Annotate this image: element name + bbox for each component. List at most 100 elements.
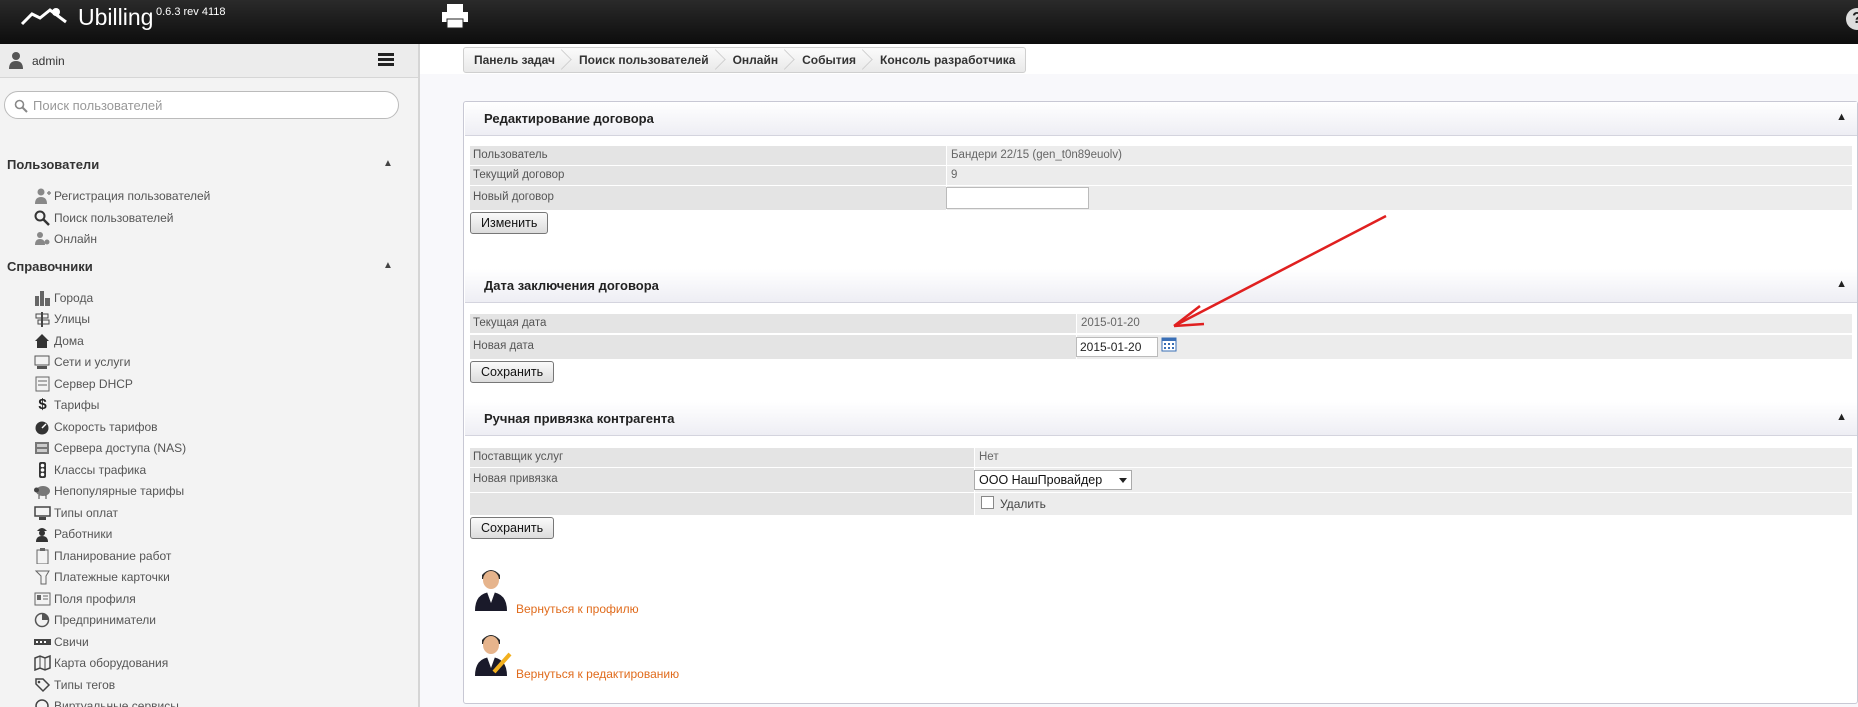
row-label xyxy=(470,493,975,515)
collapse-up-icon[interactable]: ▲ xyxy=(383,260,393,271)
sidebar-item-label: Планирование работ xyxy=(54,549,172,563)
sidebar-item-dhcp-server[interactable]: Сервер DHCP xyxy=(34,374,133,394)
sidebar-item-equipment-map[interactable]: Карта оборудования xyxy=(34,653,168,673)
change-contract-button[interactable]: Изменить xyxy=(470,212,549,234)
sidebar-item-traffic-classes[interactable]: Классы трафика xyxy=(34,460,146,480)
user-edit-icon[interactable] xyxy=(472,628,512,676)
collapse-up-icon[interactable]: ▲ xyxy=(1836,111,1847,123)
sidebar-item-nas[interactable]: Сервера доступа (NAS) xyxy=(34,438,186,458)
collapse-up-icon[interactable]: ▲ xyxy=(383,158,393,169)
panel-title: Ручная привязка контрагента xyxy=(484,411,675,426)
clipboard-icon xyxy=(36,548,49,564)
sidebar-item-payment-cards[interactable]: Платежные карточки xyxy=(34,567,170,587)
calendar-icon[interactable] xyxy=(1161,336,1177,352)
row-label: Новая привязка xyxy=(470,468,975,492)
breadcrumb-taskbar[interactable]: Панель задач xyxy=(464,48,565,72)
user-add-icon xyxy=(35,188,51,204)
sidebar-item-label: Типы оплат xyxy=(54,506,119,520)
user-icon xyxy=(9,52,23,69)
save-contragent-button[interactable]: Сохранить xyxy=(470,517,555,539)
sidebar-item-label: Предприниматели xyxy=(54,613,156,627)
speedometer-icon xyxy=(35,421,49,435)
breadcrumb-events[interactable]: События xyxy=(788,48,866,72)
sidebar-item-houses[interactable]: Дома xyxy=(34,331,84,351)
card-icon xyxy=(34,570,50,585)
sidebar-item-online[interactable]: Онлайн xyxy=(34,229,97,249)
worker-icon xyxy=(36,528,48,542)
row-label: Текущая дата xyxy=(470,314,1077,333)
row-value: Нет xyxy=(979,451,999,463)
sidebar-item-tariff-speeds[interactable]: Скорость тарифов xyxy=(34,417,158,437)
sidebar-item-label: Сети и услуги xyxy=(54,355,131,369)
save-date-button[interactable]: Сохранить xyxy=(470,361,555,383)
sidebar: admin Пользователи ▲ Регистрация пользов… xyxy=(0,44,420,707)
sidebar-item-search-users[interactable]: Поиск пользователей xyxy=(34,208,173,228)
virtual-services-icon xyxy=(35,699,49,707)
sidebar-item-workers[interactable]: Работники xyxy=(34,524,112,544)
annotation-arrow xyxy=(1173,214,1387,328)
brand-name[interactable]: Ubilling xyxy=(78,4,153,31)
sidebar-item-label: Дома xyxy=(54,334,84,348)
sidebar-item-label: Города xyxy=(54,291,94,305)
collapse-up-icon[interactable]: ▲ xyxy=(1836,411,1847,423)
contragent-select[interactable]: ООО НашПровайдер xyxy=(974,470,1132,490)
sidebar-item-label: Сервер DHCP xyxy=(54,377,133,391)
new-contract-input[interactable] xyxy=(946,187,1089,209)
sidebar-item-label: Виртуальные сервисы xyxy=(54,699,179,707)
sidebar-item-profile-fields[interactable]: Поля профиля xyxy=(34,589,136,609)
sidebar-item-label: Тарифы xyxy=(54,398,100,412)
breadcrumb: Панель задач Поиск пользователей Онлайн … xyxy=(463,47,1027,73)
sidebar-item-tariffs[interactable]: $ Тарифы xyxy=(34,395,99,415)
breadcrumb-online[interactable]: Онлайн xyxy=(719,48,789,72)
sheep-icon xyxy=(34,486,50,499)
sidebar-item-label: Работники xyxy=(54,527,113,541)
tag-icon xyxy=(35,678,51,693)
breadcrumb-dev-console[interactable]: Консоль разработчика xyxy=(866,48,1025,72)
back-to-profile-link[interactable]: Вернуться к профилю xyxy=(516,602,639,616)
version-label: 0.6.3 rev 4118 xyxy=(156,6,226,18)
breadcrumb-user-search[interactable]: Поиск пользователей xyxy=(565,48,719,72)
sidebar-item-switches[interactable]: Свичи xyxy=(34,632,89,652)
sidebar-item-cities[interactable]: Города xyxy=(34,288,93,308)
search-input[interactable] xyxy=(33,95,388,115)
logo-icon xyxy=(20,8,67,26)
collapse-up-icon[interactable]: ▲ xyxy=(1836,278,1847,290)
row-label: Новый договор xyxy=(470,186,947,210)
back-to-edit-link[interactable]: Вернуться к редактированию xyxy=(516,667,679,681)
sidebar-item-register-users[interactable]: Регистрация пользователей xyxy=(34,186,210,206)
sidebar-item-entrepreneurs[interactable]: Предприниматели xyxy=(34,610,156,630)
panel-header-contract[interactable]: Редактирование договора ▲ xyxy=(465,102,1857,136)
printer-icon[interactable] xyxy=(440,2,470,30)
users-online-icon xyxy=(35,232,50,245)
row-label: Текущий договор xyxy=(470,166,947,185)
panel-title: Редактирование договора xyxy=(484,111,654,126)
panel-header-contragent[interactable]: Ручная привязка контрагента ▲ xyxy=(465,402,1857,436)
sidebar-item-payment-types[interactable]: Типы оплат xyxy=(34,503,118,523)
delete-checkbox[interactable] xyxy=(981,496,994,509)
row-value: Бандери 22/15 (gen_t0n89euolv) xyxy=(951,149,1122,161)
sidebar-item-work-planning[interactable]: Планирование работ xyxy=(34,546,171,566)
panel-header-contract-date[interactable]: Дата заключения договора ▲ xyxy=(465,269,1857,303)
sidebar-item-streets[interactable]: Улицы xyxy=(34,309,90,329)
user-profile-icon[interactable] xyxy=(472,563,510,611)
server-icon xyxy=(35,376,50,392)
sidebar-item-virtual-services[interactable]: Виртуальные сервисы xyxy=(34,696,179,707)
table-row: Текущий договор 9 xyxy=(470,166,1852,185)
hamburger-menu-icon[interactable] xyxy=(378,53,394,67)
help-icon[interactable]: ? xyxy=(1846,8,1858,30)
payment-terminal-icon xyxy=(34,506,51,520)
sidebar-item-label: Поля профиля xyxy=(54,592,136,606)
section-title-users[interactable]: Пользователи xyxy=(7,157,99,172)
sidebar-item-networks[interactable]: Сети и услуги xyxy=(34,352,130,372)
profile-fields-icon xyxy=(34,592,51,606)
section-title-directories[interactable]: Справочники xyxy=(7,259,93,274)
row-value: 2015-01-20 xyxy=(1081,317,1140,329)
new-date-input[interactable]: 2015-01-20 xyxy=(1076,337,1158,357)
user-search-box[interactable] xyxy=(4,91,399,119)
sidebar-item-tag-types[interactable]: Типы тегов xyxy=(34,675,115,695)
sidebar-item-label: Непопулярные тарифы xyxy=(54,484,185,498)
sidebar-item-label: Сервера доступа (NAS) xyxy=(54,441,187,455)
table-row: Текущая дата 2015-01-20 xyxy=(470,314,1852,333)
current-user[interactable]: admin xyxy=(32,54,65,68)
sidebar-item-unpopular-tariffs[interactable]: Непопулярные тарифы xyxy=(34,481,184,501)
